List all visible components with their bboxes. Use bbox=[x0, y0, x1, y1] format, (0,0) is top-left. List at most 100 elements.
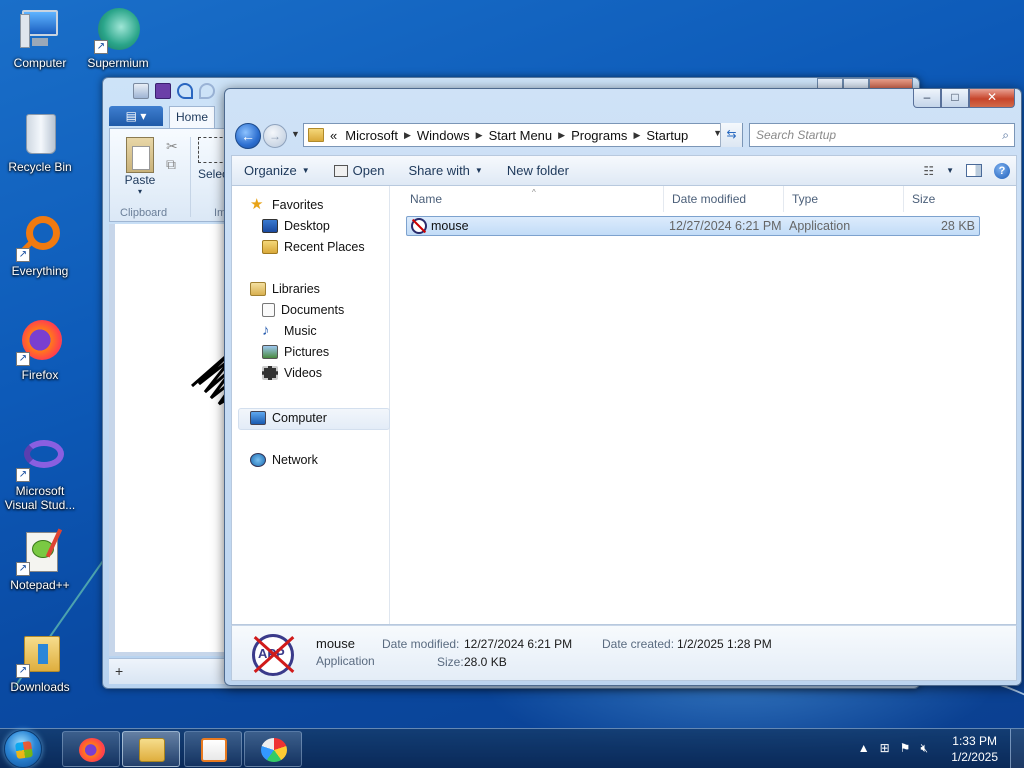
cut-copy-icons[interactable]: ✂ ⧉ bbox=[166, 137, 178, 173]
shortcut-arrow-icon: ↗ bbox=[16, 562, 30, 576]
redo-icon[interactable] bbox=[199, 83, 215, 99]
details-size: 28.0 KB bbox=[464, 655, 507, 669]
open-button[interactable]: Open bbox=[322, 163, 397, 178]
desktop-icon-label: Downloads bbox=[10, 680, 70, 694]
taskbar-firefox-button[interactable] bbox=[62, 731, 120, 767]
taskbar-media-player-button[interactable] bbox=[184, 731, 242, 767]
desktop-icon-supermium[interactable]: ↗ Supermium bbox=[78, 6, 158, 70]
nav-label: Network bbox=[272, 453, 318, 467]
desktop-icon-firefox[interactable]: ↗ Firefox bbox=[0, 318, 80, 382]
view-options-dropdown-icon[interactable]: ▼ bbox=[946, 166, 954, 175]
column-header-date-modified[interactable]: Date modified bbox=[664, 186, 784, 212]
network-icon[interactable]: ⊞ bbox=[880, 741, 890, 756]
breadcrumb-startup[interactable]: Startup bbox=[646, 128, 688, 143]
search-input[interactable]: Search Startup ⌕ bbox=[749, 123, 1015, 147]
desktop-icon-label: Recycle Bin bbox=[8, 160, 72, 174]
videos-icon bbox=[262, 366, 278, 380]
chevron-down-icon: ▼ bbox=[474, 166, 483, 175]
desktop-icon-label: Computer bbox=[13, 56, 67, 70]
nav-label: Computer bbox=[272, 411, 327, 425]
save-icon[interactable] bbox=[155, 83, 171, 99]
refresh-icon[interactable]: ⇆ bbox=[720, 123, 742, 147]
volume-muted-icon[interactable]: 🔇︎ bbox=[920, 741, 928, 756]
column-header-name[interactable]: Name ^ bbox=[402, 186, 664, 212]
nav-label: Pictures bbox=[284, 345, 330, 359]
chevron-right-icon[interactable]: ▶ bbox=[558, 130, 565, 141]
share-with-label: Share with bbox=[408, 163, 470, 178]
nav-item-network[interactable]: Network bbox=[250, 453, 318, 467]
file-name: mouse bbox=[431, 219, 469, 233]
undo-icon[interactable] bbox=[177, 83, 193, 99]
recent-pages-button[interactable]: ▼ bbox=[291, 129, 300, 139]
organize-button[interactable]: Organize ▼ bbox=[232, 163, 322, 178]
desktop-icon-computer[interactable]: Computer bbox=[0, 6, 80, 70]
maximize-button[interactable]: □ bbox=[941, 89, 969, 108]
nav-item-favorites[interactable]: ★ Favorites bbox=[250, 197, 323, 212]
nav-item-computer[interactable]: Computer bbox=[250, 411, 327, 425]
chevron-right-icon[interactable]: ▶ bbox=[633, 130, 640, 141]
new-folder-label: New folder bbox=[506, 163, 569, 178]
nav-label: Recent Places bbox=[284, 240, 365, 254]
system-clock[interactable]: 1:33 PM 1/2/2025 bbox=[951, 733, 998, 765]
share-with-button[interactable]: Share with ▼ bbox=[396, 163, 494, 178]
search-icon[interactable]: ⌕ bbox=[1002, 124, 1009, 146]
nav-label: Libraries bbox=[272, 282, 320, 296]
preview-pane-icon[interactable] bbox=[966, 164, 982, 177]
nav-label: Documents bbox=[281, 303, 345, 317]
change-view-icon[interactable]: ☷ bbox=[923, 164, 934, 178]
help-icon[interactable]: ? bbox=[994, 162, 1010, 179]
table-row[interactable]: mouse 12/27/2024 6:21 PM Application 28 … bbox=[406, 216, 980, 236]
chevron-right-icon[interactable]: ▶ bbox=[404, 130, 411, 141]
action-center-flag-icon[interactable]: ⚑ bbox=[900, 741, 911, 756]
command-bar: Organize ▼ Open Share with ▼ New folder … bbox=[231, 155, 1017, 185]
desktop-icon-label: Notepad++ bbox=[10, 578, 70, 592]
column-header-size[interactable]: Size bbox=[904, 186, 980, 212]
file-type: Application bbox=[789, 219, 851, 233]
nav-item-videos[interactable]: Videos bbox=[262, 366, 322, 380]
nav-item-documents[interactable]: Documents bbox=[262, 303, 344, 317]
clock-time: 1:33 PM bbox=[952, 734, 997, 748]
taskbar-paint-button[interactable] bbox=[244, 731, 302, 767]
nav-item-recent-places[interactable]: Recent Places bbox=[262, 240, 365, 254]
breadcrumb-start-menu[interactable]: Start Menu bbox=[489, 128, 553, 143]
notepad-plus-plus-icon: ↗ bbox=[16, 528, 64, 576]
column-header-type[interactable]: Type bbox=[784, 186, 904, 212]
breadcrumb-microsoft[interactable]: Microsoft bbox=[345, 128, 398, 143]
details-file-name: mouse bbox=[316, 636, 356, 651]
breadcrumb-windows[interactable]: Windows bbox=[417, 128, 470, 143]
minimize-button[interactable]: – bbox=[913, 89, 941, 108]
desktop-icon-visual-studio[interactable]: ↗ Microsoft Visual Stud... bbox=[0, 434, 80, 512]
tab-home[interactable]: Home bbox=[169, 106, 215, 128]
nav-item-desktop[interactable]: Desktop bbox=[262, 219, 330, 233]
explorer-window-controls: – □ ✕ bbox=[913, 89, 1015, 108]
details-date-modified: 12/27/2024 6:21 PM bbox=[464, 637, 573, 651]
desktop-icon-recycle-bin[interactable]: Recycle Bin bbox=[0, 110, 80, 174]
paint-palette-icon bbox=[261, 738, 287, 762]
chevron-right-icon[interactable]: ▶ bbox=[476, 130, 483, 141]
desktop-icon-notepad-plus-plus[interactable]: ↗ Notepad++ bbox=[0, 528, 80, 592]
desktop-icon-downloads[interactable]: ↗ Downloads bbox=[0, 630, 80, 694]
paste-button[interactable]: Paste ▾ bbox=[122, 137, 158, 196]
column-label: Size bbox=[912, 192, 936, 206]
nav-item-pictures[interactable]: Pictures bbox=[262, 345, 329, 359]
nav-item-libraries[interactable]: Libraries bbox=[250, 282, 320, 296]
paint-file-menu-button[interactable]: ▤ ▾ bbox=[109, 106, 163, 126]
show-desktop-button[interactable] bbox=[1010, 729, 1024, 768]
quick-access-toolbar bbox=[133, 83, 215, 101]
taskbar-explorer-button[interactable] bbox=[122, 731, 180, 767]
nav-item-music[interactable]: ♪ Music bbox=[262, 323, 317, 338]
new-folder-button[interactable]: New folder bbox=[495, 163, 581, 178]
address-bar[interactable]: « Microsoft ▶ Windows ▶ Start Menu ▶ Pro… bbox=[303, 123, 743, 147]
forward-button[interactable]: → bbox=[263, 124, 287, 148]
navigation-bar: ← → ▼ « Microsoft ▶ Windows ▶ Start Menu… bbox=[233, 121, 1015, 151]
close-button[interactable]: ✕ bbox=[969, 89, 1015, 108]
address-overflow-button[interactable]: « bbox=[330, 128, 337, 143]
explorer-window[interactable]: – □ ✕ ← → ▼ « Microsoft ▶ Windows ▶ Star… bbox=[224, 88, 1022, 686]
start-button[interactable] bbox=[4, 730, 42, 768]
column-label: Type bbox=[792, 192, 819, 206]
back-button[interactable]: ← bbox=[235, 123, 261, 149]
application-icon bbox=[411, 218, 427, 234]
show-hidden-icons-icon[interactable]: ▲ bbox=[858, 741, 870, 756]
breadcrumb-programs[interactable]: Programs bbox=[571, 128, 627, 143]
desktop-icon-everything[interactable]: ↗ Everything bbox=[0, 214, 80, 278]
